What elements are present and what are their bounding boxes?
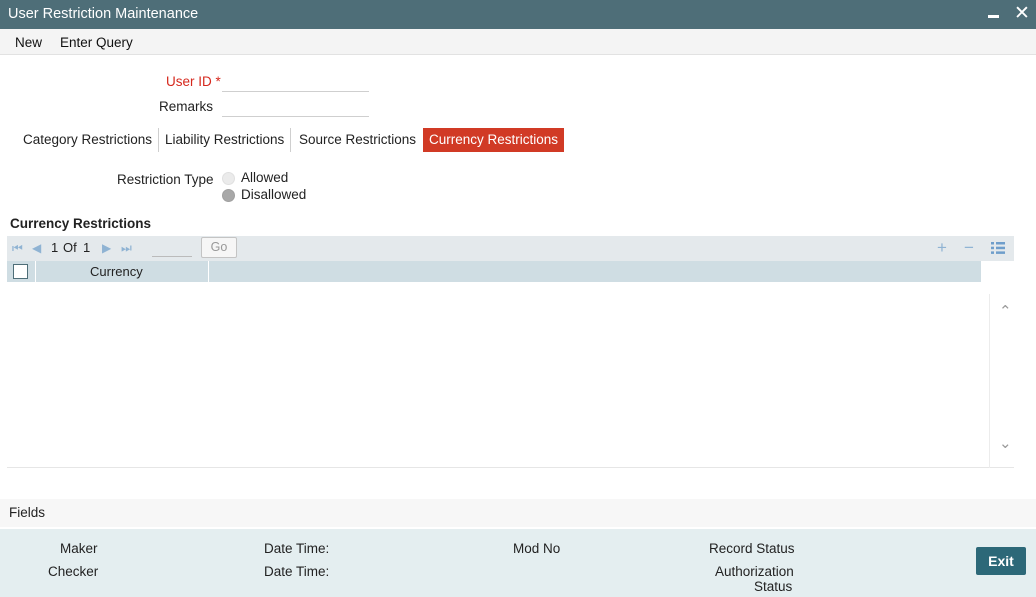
remarks-label: Remarks [159, 99, 214, 114]
scroll-up-icon[interactable]: ⌃ [999, 302, 1012, 320]
menu-item-enter-query[interactable]: Enter Query [60, 35, 133, 50]
single-view-icon[interactable] [991, 239, 1005, 255]
prev-page-icon[interactable]: ◀ [32, 241, 41, 255]
next-page-icon[interactable]: ▶ [102, 241, 111, 255]
pager-total: 1 [83, 240, 91, 255]
record-status-label: Record Status [709, 541, 795, 556]
column-header-currency[interactable]: Currency [90, 264, 143, 279]
audit-footer: Maker Checker Date Time: Date Time: Mod … [0, 529, 1036, 597]
grid-body: ⌃ ⌄ [7, 282, 1014, 468]
user-id-label: User ID * [166, 74, 221, 89]
add-row-icon[interactable]: + [937, 239, 947, 257]
user-id-input[interactable] [222, 72, 369, 92]
checker-date-time-label: Date Time: [264, 564, 330, 579]
window-title: User Restriction Maintenance [8, 6, 199, 22]
exit-button[interactable]: Exit [976, 547, 1026, 575]
pager-current: 1 [51, 240, 59, 255]
menu-bar: New Enter Query [0, 29, 1036, 55]
tab-source-restrictions[interactable]: Source Restrictions [293, 128, 422, 152]
fields-bar: Fields [0, 499, 1036, 527]
radio-disallowed-label: Disallowed [241, 187, 307, 202]
user-id-label-text: User ID [166, 74, 212, 89]
radio-allowed-circle[interactable] [222, 172, 235, 185]
maker-date-time-label: Date Time: [264, 541, 330, 556]
page-number-input[interactable] [152, 241, 192, 257]
fields-label[interactable]: Fields [9, 505, 45, 520]
checker-label: Checker [48, 564, 99, 579]
authorization-status-label-line2: Status [754, 579, 793, 594]
first-page-icon[interactable]: ⏮ [12, 241, 23, 255]
grid-toolbar: ⏮ ◀ 1 Of 1 ▶ ⏭ Go + − [7, 236, 1014, 261]
radio-disallowed-circle[interactable] [222, 189, 235, 202]
scroll-down-icon[interactable]: ⌄ [999, 434, 1012, 452]
last-page-icon[interactable]: ⏭ [121, 241, 132, 255]
pager-of-label: Of [63, 240, 77, 255]
tab-category-restrictions[interactable]: Category Restrictions [17, 128, 160, 152]
window-titlebar: User Restriction Maintenance ✕ [0, 0, 1036, 29]
grid-header-row: Currency [7, 261, 981, 282]
menu-item-new[interactable]: New [15, 35, 42, 50]
select-all-checkbox[interactable] [13, 264, 28, 279]
scrollbar-track[interactable] [989, 294, 990, 468]
required-marker: * [215, 74, 221, 89]
close-button[interactable]: ✕ [1011, 3, 1033, 25]
column-divider [35, 261, 36, 282]
column-divider [208, 261, 209, 282]
radio-allowed-label: Allowed [241, 170, 289, 185]
remarks-input[interactable] [222, 97, 369, 117]
close-icon: ✕ [1014, 3, 1030, 24]
tab-currency-restrictions[interactable]: Currency Restrictions [423, 128, 565, 152]
minimize-icon [987, 15, 999, 18]
tab-liability-restrictions[interactable]: Liability Restrictions [159, 128, 292, 152]
currency-section-title: Currency Restrictions [10, 216, 152, 231]
minimize-button[interactable] [982, 3, 1004, 25]
go-button[interactable]: Go [201, 237, 237, 258]
maker-label: Maker [60, 541, 98, 556]
mod-no-label: Mod No [513, 541, 561, 556]
delete-row-icon[interactable]: − [964, 239, 974, 257]
authorization-status-label-line1: Authorization [715, 564, 794, 579]
restriction-type-label: Restriction Type [117, 172, 214, 187]
